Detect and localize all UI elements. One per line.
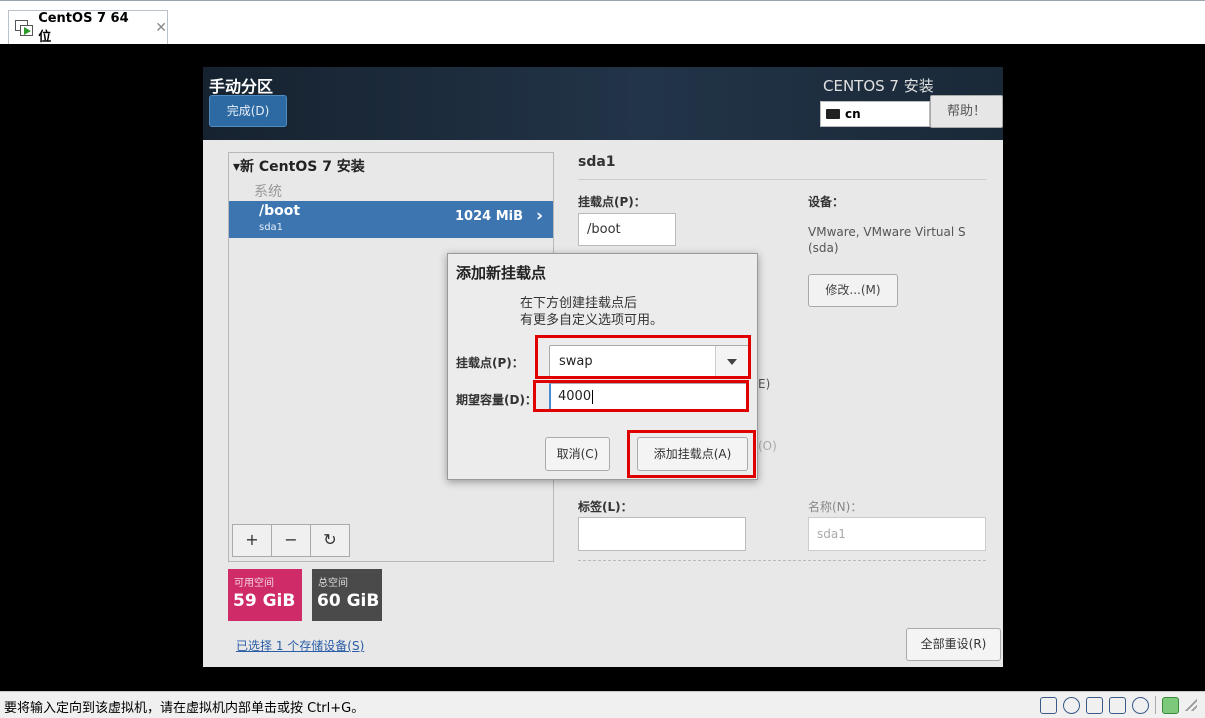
mount-point-label: 挂载点(P)： [578,195,646,209]
mount-point-combobox[interactable]: swap [549,345,749,379]
dialog-description-line2: 有更多自定义选项可用。 [520,313,664,328]
add-partition-button[interactable]: + [232,524,272,557]
free-space-value: 59 GiB [233,591,296,611]
product-title: CENTOS 7 安装 [823,77,934,95]
chevron-right-icon: › [535,206,543,226]
mount-point-field[interactable]: /boot [578,213,676,246]
free-space-box: 可用空间 59 GiB [228,569,302,621]
partition-mount-point: /boot [259,203,301,219]
installer-header: 手动分区 完成(D) CENTOS 7 安装 cn 帮助！ [203,67,1003,140]
dialog-capacity-label: 期望容量(D)： [456,393,537,407]
text-caret [592,389,594,404]
dashed-divider [578,560,986,561]
remove-partition-button[interactable]: − [271,524,311,557]
device-label: 设备： [808,195,845,209]
partition-row-boot[interactable]: /boot sda1 1024 MiB › [229,201,553,238]
name-label: 名称(N)： [808,500,863,514]
partial-label-text: E) [758,377,771,391]
dialog-description: 在下方创建挂载点后 有更多自定义选项可用。 [520,295,663,329]
partial-option-text: (O) [758,439,777,453]
dialog-mount-point-label: 挂载点(P)： [456,356,524,370]
vm-tab-title: CentOS 7 64 位 [38,11,129,45]
desired-capacity-value: 4000 [558,389,592,404]
vm-tab[interactable]: CentOS 7 64 位 ✕ [8,10,168,45]
vmware-status-bar: 要将输入定向到该虚拟机，请在虚拟机内部单击或按 Ctrl+G。 [0,691,1205,718]
free-space-label: 可用空间 [234,578,274,589]
label-label: 标签(L)： [578,500,633,514]
storage-devices-link[interactable]: 已选择 1 个存储设备(S) [236,637,364,654]
add-mount-point-dialog: 添加新挂载点 在下方创建挂载点后 有更多自定义选项可用。 挂载点(P)： swa… [447,253,758,480]
keyboard-icon [826,109,840,119]
cd-dvd-icon[interactable] [1063,696,1080,714]
message-log-icon[interactable] [1162,696,1179,714]
mount-point-combobox-value: swap [559,354,593,369]
device-value: VMware, VMware Virtual S (sda) [808,225,966,255]
divider [578,179,986,180]
sound-icon[interactable] [1132,696,1149,714]
status-message: 要将输入定向到该虚拟机，请在虚拟机内部单击或按 Ctrl+G。 [4,701,365,716]
name-field[interactable]: sda1 [808,517,986,551]
reset-all-button[interactable]: 全部重设(R) [906,628,1001,661]
network-adapter-icon[interactable] [1086,696,1103,714]
done-button[interactable]: 完成(D) [209,95,287,127]
separator [1155,696,1156,714]
hard-disk-icon[interactable] [1040,696,1057,714]
partition-device: sda1 [259,222,284,233]
total-space-box: 总空间 60 GiB [312,569,382,621]
close-tab-icon[interactable]: ✕ [155,20,167,36]
total-space-label: 总空间 [318,578,348,589]
total-space-value: 60 GiB [317,591,380,611]
cancel-button[interactable]: 取消(C) [545,437,610,471]
label-field[interactable] [578,517,746,551]
resize-grip-icon[interactable] [1185,699,1197,711]
chevron-down-icon[interactable] [715,346,748,378]
desired-capacity-input[interactable]: 4000 [549,383,749,411]
add-mount-point-button[interactable]: 添加挂载点(A) [637,437,748,471]
partition-title: sda1 [578,154,616,170]
page-title: 手动分区 [209,77,274,96]
modify-button[interactable]: 修改...(M) [808,274,898,307]
tree-section-system: 系统 [254,184,282,200]
dialog-description-line1: 在下方创建挂载点后 [520,296,638,311]
refresh-icon[interactable]: ↻ [310,524,350,557]
partition-toolbar: + − ↻ [232,524,350,557]
vmware-tab-bar: CentOS 7 64 位 ✕ [0,0,1205,45]
keyboard-layout-indicator[interactable]: cn [820,101,930,127]
tree-header-new-install[interactable]: ▾新 CentOS 7 安装 [233,156,365,176]
dialog-title: 添加新挂载点 [456,264,547,282]
printer-icon[interactable] [1109,696,1126,714]
help-button[interactable]: 帮助！ [930,95,1003,128]
vm-running-icon [15,20,33,36]
partition-size: 1024 MiB [454,209,523,224]
keyboard-layout-value: cn [845,107,861,121]
device-icons [1040,696,1197,714]
